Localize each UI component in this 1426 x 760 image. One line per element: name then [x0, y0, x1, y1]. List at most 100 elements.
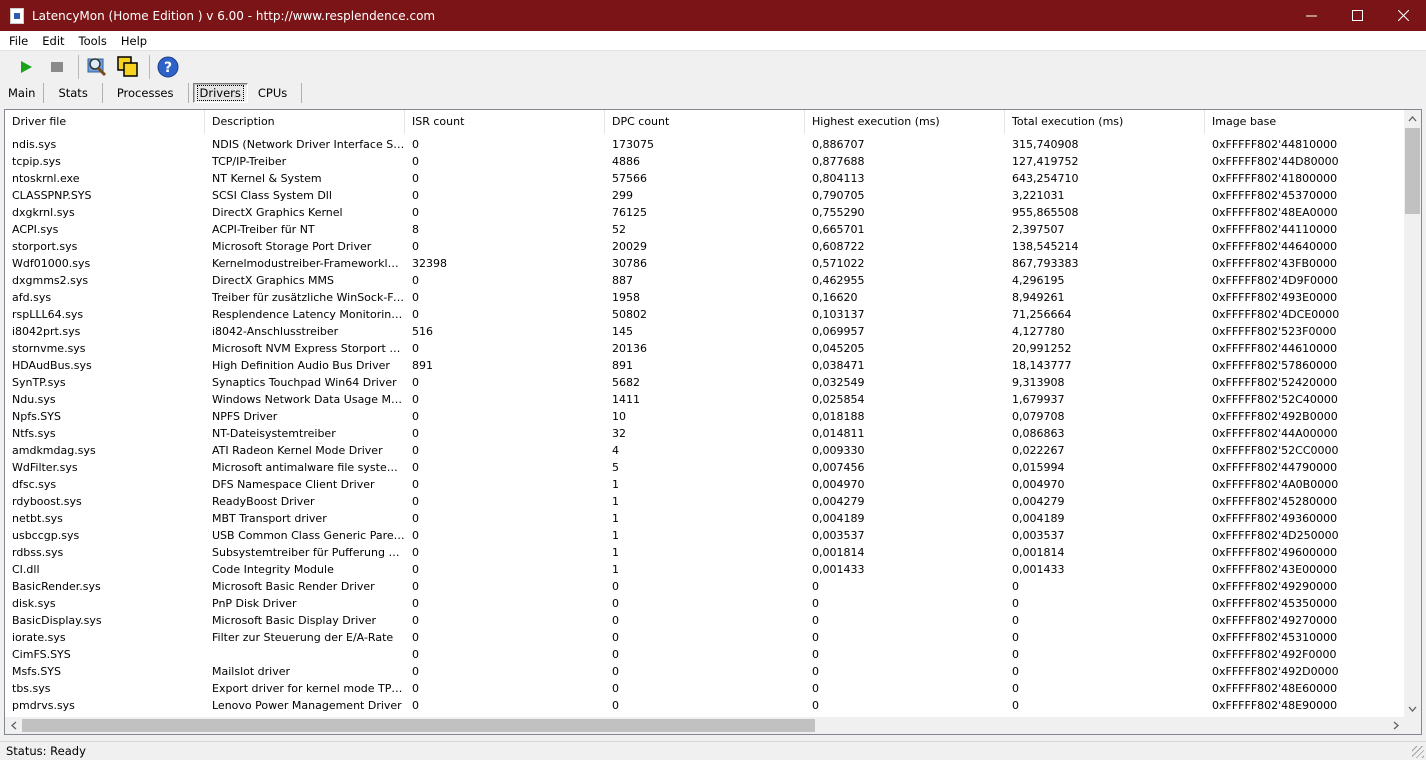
cell-isr-count: 8 — [412, 223, 419, 236]
table-row[interactable]: Ntfs.sys NT-Dateisystemtreiber 0 32 0,014811… — [5, 425, 1405, 442]
table-row[interactable]: disk.sys PnP Disk Driver 0 0 0 0 0xFFFFF802'45… — [5, 595, 1405, 612]
table-row[interactable]: rdbss.sys Subsystemtreiber für Pufferung … — [5, 544, 1405, 561]
stop-icon — [51, 62, 63, 72]
cell-total-execution: 2,397507 — [1012, 223, 1065, 236]
table-row[interactable]: ntoskrnl.exe NT Kernel & System 0 57566 0,80… — [5, 170, 1405, 187]
table-row[interactable]: dxgmms2.sys DirectX Graphics MMS 0 887 0,462… — [5, 272, 1405, 289]
cell-total-execution: 867,793383 — [1012, 257, 1079, 270]
cell-highest-execution: 0,004279 — [812, 495, 865, 508]
tab-stats[interactable]: Stats — [44, 83, 103, 103]
table-row[interactable]: dfsc.sys DFS Namespace Client Driver 0 1 0,0… — [5, 476, 1405, 493]
table-row[interactable]: storport.sys Microsoft Storage Port Drive… — [5, 238, 1405, 255]
cell-total-execution: 0,086863 — [1012, 427, 1065, 440]
scroll-up-arrow-icon[interactable] — [1404, 110, 1421, 127]
vertical-scrollbar[interactable] — [1404, 110, 1421, 717]
table-row[interactable]: dxgkrnl.sys DirectX Graphics Kernel 0 76125… — [5, 204, 1405, 221]
table-row[interactable]: Msfs.SYS Mailslot driver 0 0 0 0 0xFFFFF802'49… — [5, 663, 1405, 680]
tab-drivers[interactable]: Drivers — [192, 83, 248, 103]
status-bar: Status: Ready — [0, 741, 1426, 760]
cell-isr-count: 0 — [412, 172, 419, 185]
table-row[interactable]: ndis.sys NDIS (Network Driver Interface S… — [5, 136, 1405, 153]
resize-grip-icon[interactable] — [1412, 746, 1424, 758]
column-header-image-base[interactable]: Image base — [1205, 110, 1405, 134]
table-row[interactable]: Npfs.SYS NPFS Driver 0 10 0,018188 0,079708 0x… — [5, 408, 1405, 425]
table-row[interactable]: CimFS.SYS 0 0 0 0 0xFFFFF802'492F0000 — [5, 646, 1405, 663]
start-button[interactable] — [12, 53, 40, 81]
cell-dpc-count: 0 — [612, 580, 619, 593]
column-header-description[interactable]: Description — [205, 110, 405, 134]
horizontal-scrollbar[interactable] — [5, 717, 1404, 734]
table-row[interactable]: i8042prt.sys i8042-Anschlusstreiber 516 145… — [5, 323, 1405, 340]
table-row[interactable]: pmdrvs.sys Lenovo Power Management Driver… — [5, 697, 1405, 714]
table-row[interactable]: BasicDisplay.sys Microsoft Basic Display … — [5, 612, 1405, 629]
table-row[interactable]: stornvme.sys Microsoft NVM Express Storpo… — [5, 340, 1405, 357]
maximize-button[interactable] — [1334, 0, 1380, 31]
table-row[interactable]: SynTP.sys Synaptics Touchpad Win64 Driver… — [5, 374, 1405, 391]
cell-dpc-count: 76125 — [612, 206, 647, 219]
column-header-isr-count[interactable]: ISR count — [405, 110, 605, 134]
horizontal-scroll-thumb[interactable] — [22, 719, 815, 732]
table-row[interactable]: Ndu.sys Windows Network Data Usage Monit.… — [5, 391, 1405, 408]
cell-total-execution: 0,003537 — [1012, 529, 1065, 542]
table-row[interactable]: ACPI.sys ACPI-Treiber für NT 8 52 0,665701 2,… — [5, 221, 1405, 238]
column-header-highest-execution[interactable]: Highest execution (ms) — [805, 110, 1005, 134]
table-row[interactable]: CLASSPNP.SYS SCSI Class System Dll 0 299 0,7… — [5, 187, 1405, 204]
scroll-left-arrow-icon[interactable] — [5, 717, 22, 734]
cell-highest-execution: 0,462955 — [812, 274, 865, 287]
close-button[interactable] — [1380, 0, 1426, 31]
table-row[interactable]: rdyboost.sys ReadyBoost Driver 0 1 0,004279 0… — [5, 493, 1405, 510]
tab-strip: Main Stats Processes Drivers CPUs — [0, 82, 1426, 104]
menu-tools[interactable]: Tools — [72, 34, 114, 48]
cell-driver-file: dxgmms2.sys — [12, 274, 89, 287]
menu-edit[interactable]: Edit — [35, 34, 71, 48]
table-row[interactable]: tbs.sys Export driver for kernel mode TPM… — [5, 680, 1405, 697]
cell-description: ACPI-Treiber für NT — [212, 223, 315, 236]
cell-description: Windows Network Data Usage Monit... — [212, 393, 405, 406]
table-row[interactable]: afd.sys Treiber für zusätzliche WinSock-F… — [5, 289, 1405, 306]
table-row[interactable]: iorate.sys Filter zur Steuerung der E/A-R… — [5, 629, 1405, 646]
tab-processes[interactable]: Processes — [103, 83, 189, 103]
column-header-driver-file[interactable]: Driver file — [5, 110, 205, 134]
table-row[interactable]: BasicRender.sys Microsoft Basic Render Dr… — [5, 578, 1405, 595]
cell-driver-file: dfsc.sys — [12, 478, 57, 491]
table-row[interactable]: usbccgp.sys USB Common Class Generic Pare… — [5, 527, 1405, 544]
stop-button[interactable] — [43, 53, 71, 81]
table-row[interactable]: amdkmdag.sys ATI Radeon Kernel Mode Drive… — [5, 442, 1405, 459]
table-row[interactable]: tcpip.sys TCP/IP-Treiber 0 4886 0,877688 127,… — [5, 153, 1405, 170]
vertical-scroll-thumb[interactable] — [1405, 128, 1420, 214]
scroll-right-arrow-icon[interactable] — [1387, 717, 1404, 734]
scroll-down-arrow-icon[interactable] — [1404, 700, 1421, 717]
minimize-button[interactable] — [1288, 0, 1334, 31]
cell-image-base: 0xFFFFF802'43E00000 — [1212, 563, 1338, 576]
tab-cpus[interactable]: CPUs — [248, 83, 303, 103]
help-button[interactable]: ? — [154, 53, 182, 81]
table-row[interactable]: WdFilter.sys Microsoft antimalware file s… — [5, 459, 1405, 476]
cell-dpc-count: 0 — [612, 665, 619, 678]
cell-highest-execution: 0,004970 — [812, 478, 865, 491]
table-row[interactable]: HDAudBus.sys High Definition Audio Bus Dr… — [5, 357, 1405, 374]
cell-description: Microsoft NVM Express Storport Mini... — [212, 342, 405, 355]
driver-search-button[interactable] — [83, 53, 111, 81]
cell-dpc-count: 52 — [612, 223, 626, 236]
column-header-total-execution[interactable]: Total execution (ms) — [1005, 110, 1205, 134]
table-row[interactable]: CI.dll Code Integrity Module 0 1 0,001433 0,0… — [5, 561, 1405, 578]
cell-isr-count: 891 — [412, 359, 433, 372]
cell-total-execution: 0 — [1012, 648, 1019, 661]
windows-button[interactable] — [114, 53, 142, 81]
cell-image-base: 0xFFFFF802'57860000 — [1212, 359, 1338, 372]
cell-description: i8042-Anschlusstreiber — [212, 325, 339, 338]
menu-help[interactable]: Help — [114, 34, 154, 48]
cell-total-execution: 0 — [1012, 631, 1019, 644]
table-row[interactable]: rspLLL64.sys Resplendence Latency Monitor… — [5, 306, 1405, 323]
cell-description: Kernelmodustreiber-Frameworklaufzeit — [212, 257, 405, 270]
table-row[interactable]: Wdf01000.sys Kernelmodustreiber-Framework… — [5, 255, 1405, 272]
tab-main[interactable]: Main — [0, 83, 45, 103]
menu-file[interactable]: File — [0, 34, 35, 48]
cell-dpc-count: 5 — [612, 461, 619, 474]
cell-isr-count: 0 — [412, 240, 419, 253]
cell-highest-execution: 0,003537 — [812, 529, 865, 542]
column-header-dpc-count[interactable]: DPC count — [605, 110, 805, 134]
drivers-list[interactable]: Driver file Description ISR count DPC co… — [4, 109, 1422, 735]
cell-total-execution: 0 — [1012, 699, 1019, 712]
table-row[interactable]: netbt.sys MBT Transport driver 0 1 0,004189 0… — [5, 510, 1405, 527]
